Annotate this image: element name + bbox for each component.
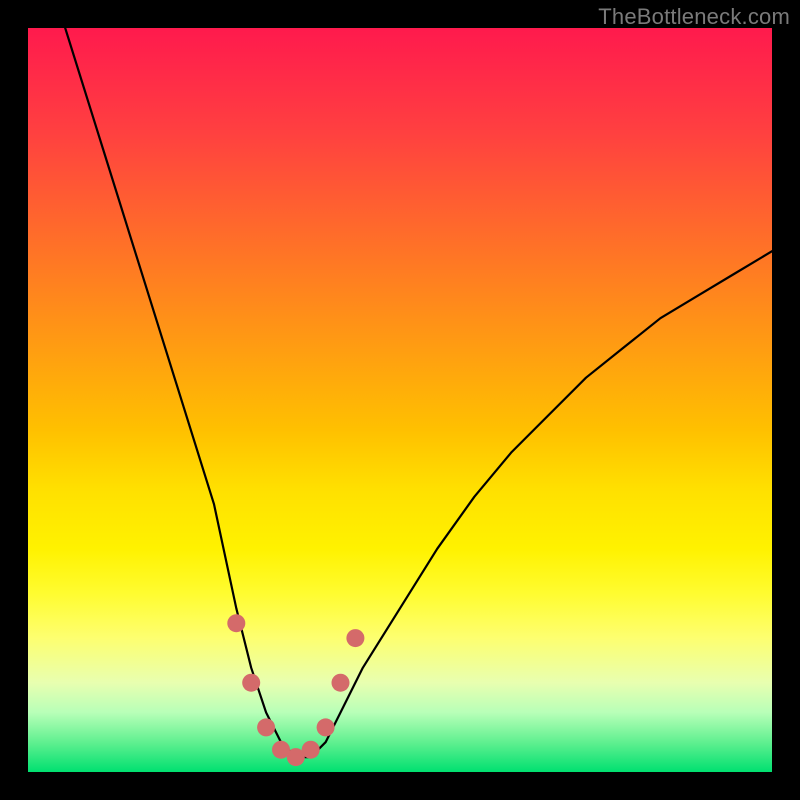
plot-area: [28, 28, 772, 772]
marker-point: [242, 674, 260, 692]
marker-point: [346, 629, 364, 647]
marker-point: [332, 674, 350, 692]
highlighted-points: [227, 614, 364, 766]
curve-layer: [28, 28, 772, 772]
marker-point: [317, 718, 335, 736]
chart-frame: TheBottleneck.com: [0, 0, 800, 800]
marker-point: [302, 741, 320, 759]
bottleneck-curve: [65, 28, 772, 757]
marker-point: [257, 718, 275, 736]
marker-point: [227, 614, 245, 632]
watermark-text: TheBottleneck.com: [598, 4, 790, 30]
